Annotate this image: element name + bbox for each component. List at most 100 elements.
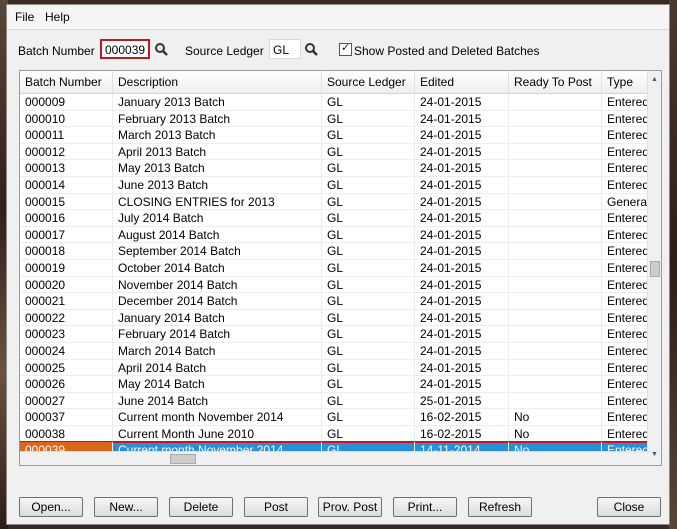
- cell-edited: 24-01-2015: [415, 259, 509, 276]
- cell-batch-number: 000022: [20, 309, 113, 326]
- print-button[interactable]: Print...: [393, 497, 457, 517]
- table-row[interactable]: 000016 July 2014 Batch GL 24-01-2015 Entered: [20, 210, 650, 227]
- cell-description: Current month November 2014: [113, 409, 322, 426]
- horizontal-scrollbar[interactable]: [20, 451, 650, 465]
- table-row[interactable]: 000014 June 2013 Batch GL 24-01-2015 Entered: [20, 176, 650, 194]
- cell-edited: 24-01-2015: [415, 359, 509, 376]
- cell-edited: 16-02-2015: [415, 409, 509, 426]
- column-header-description[interactable]: Description: [113, 71, 322, 93]
- table-row[interactable]: 000027 June 2014 Batch GL 25-01-2015 Entered: [20, 392, 650, 410]
- cell-type: Entered: [602, 293, 650, 310]
- cell-type: Generate: [602, 193, 650, 210]
- cell-description: Current Month June 2010: [113, 425, 322, 442]
- cell-edited: 24-01-2015: [415, 193, 509, 210]
- cell-type: Entered: [602, 143, 650, 160]
- cell-type: Entered: [602, 127, 650, 144]
- horizontal-scroll-thumb[interactable]: [170, 454, 196, 464]
- prov-post-button[interactable]: Prov. Post: [318, 497, 382, 517]
- show-posted-checkbox[interactable]: ✓: [339, 42, 352, 56]
- table-row[interactable]: 000012 April 2013 Batch GL 24-01-2015 Entere…: [20, 143, 650, 161]
- vertical-scroll-thumb[interactable]: [650, 261, 660, 277]
- cell-ready-to-post: [509, 376, 602, 393]
- table-row[interactable]: 000020 November 2014 Batch GL 24-01-2015 Ent…: [20, 276, 650, 294]
- column-header-ready-to-post[interactable]: Ready To Post: [509, 71, 602, 93]
- cell-source-ledger: GL: [322, 259, 415, 276]
- search-icon[interactable]: [304, 42, 320, 58]
- scroll-up-arrow-icon[interactable]: ▲: [651, 76, 658, 83]
- cell-type: Entered: [602, 326, 650, 343]
- batch-number-input[interactable]: 000039: [100, 39, 150, 59]
- menu-file[interactable]: File: [15, 10, 34, 24]
- table-row[interactable]: 000021 December 2014 Batch GL 24-01-2015 Ent…: [20, 293, 650, 310]
- cell-edited: 24-01-2015: [415, 127, 509, 144]
- cell-type: Entered: [602, 342, 650, 359]
- post-button[interactable]: Post: [244, 497, 308, 517]
- table-row[interactable]: 000026 May 2014 Batch GL 24-01-2015 Entered: [20, 376, 650, 393]
- cell-edited: 24-01-2015: [415, 94, 509, 110]
- source-ledger-label: Source Ledger: [185, 44, 264, 58]
- delete-button[interactable]: Delete: [169, 497, 233, 517]
- cell-description: January 2014 Batch: [113, 309, 322, 326]
- table-row[interactable]: 000037 Current month November 2014 GL 16-02…: [20, 409, 650, 426]
- source-ledger-input[interactable]: GL: [269, 39, 301, 59]
- cell-ready-to-post: [509, 110, 602, 127]
- table-row[interactable]: 000018 September 2014 Batch GL 24-01-2015 En…: [20, 243, 650, 260]
- table-row[interactable]: 000015 CLOSING ENTRIES for 2013 GL 24-01-20…: [20, 193, 650, 211]
- vertical-scrollbar[interactable]: ▲ ▼: [647, 71, 661, 465]
- refresh-button[interactable]: Refresh: [468, 497, 532, 517]
- cell-description: February 2013 Batch: [113, 110, 322, 127]
- cell-ready-to-post: [509, 176, 602, 193]
- column-header-source-ledger[interactable]: Source Ledger: [322, 71, 415, 93]
- cell-source-ledger: GL: [322, 409, 415, 426]
- table-row[interactable]: 000019 October 2014 Batch GL 24-01-2015 Ente…: [20, 259, 650, 277]
- cell-batch-number: 000012: [20, 143, 113, 160]
- cell-batch-number: 000011: [20, 127, 113, 144]
- cell-ready-to-post: [509, 94, 602, 110]
- table-row[interactable]: 000024 March 2014 Batch GL 24-01-2015 Entere…: [20, 342, 650, 360]
- cell-edited: 24-01-2015: [415, 309, 509, 326]
- cell-ready-to-post: No: [509, 425, 602, 442]
- column-header-batch-number[interactable]: Batch Number: [20, 71, 113, 93]
- cell-type: Entered: [602, 425, 650, 442]
- grid-rows: 000009 January 2013 Batch GL 24-01-2015 Ente…: [20, 94, 651, 461]
- cell-source-ledger: GL: [322, 243, 415, 260]
- cell-batch-number: 000019: [20, 259, 113, 276]
- cell-batch-number: 000014: [20, 176, 113, 193]
- table-row[interactable]: 000011 March 2013 Batch GL 24-01-2015 Entere…: [20, 127, 650, 144]
- cell-source-ledger: GL: [322, 359, 415, 376]
- cell-source-ledger: GL: [322, 342, 415, 359]
- cell-ready-to-post: [509, 259, 602, 276]
- table-row[interactable]: 000022 January 2014 Batch GL 24-01-2015 Ente…: [20, 309, 650, 327]
- table-row[interactable]: 000010 February 2013 Batch GL 24-01-2015 Ent…: [20, 110, 650, 128]
- search-icon[interactable]: [154, 42, 170, 58]
- menu-help[interactable]: Help: [45, 10, 70, 24]
- column-header-edited[interactable]: Edited: [415, 71, 509, 93]
- cell-ready-to-post: [509, 243, 602, 260]
- cell-ready-to-post: [509, 326, 602, 343]
- batch-list-window: File Help Batch Number 000039 Source Led…: [6, 4, 670, 525]
- cell-type: Entered: [602, 226, 650, 243]
- cell-batch-number: 000025: [20, 359, 113, 376]
- cell-type: Entered: [602, 94, 650, 110]
- table-row[interactable]: 000038 Current Month June 2010 GL 16-02-201…: [20, 425, 650, 443]
- cell-description: April 2013 Batch: [113, 143, 322, 160]
- cell-edited: 24-01-2015: [415, 342, 509, 359]
- cell-batch-number: 000038: [20, 425, 113, 442]
- cell-type: Entered: [602, 243, 650, 260]
- column-header-type[interactable]: Type: [602, 71, 650, 93]
- scroll-down-arrow-icon[interactable]: ▼: [651, 451, 658, 458]
- table-row[interactable]: 000025 April 2014 Batch GL 24-01-2015 Entere…: [20, 359, 650, 377]
- cell-description: October 2014 Batch: [113, 259, 322, 276]
- cell-batch-number: 000017: [20, 226, 113, 243]
- open-button[interactable]: Open...: [19, 497, 83, 517]
- cell-batch-number: 000027: [20, 392, 113, 409]
- cell-edited: 24-01-2015: [415, 376, 509, 393]
- table-row[interactable]: 000023 February 2014 Batch GL 24-01-2015 Ent…: [20, 326, 650, 343]
- table-row[interactable]: 000013 May 2013 Batch GL 24-01-2015 Entered: [20, 160, 650, 177]
- close-button[interactable]: Close: [597, 497, 661, 517]
- cell-batch-number: 000016: [20, 210, 113, 227]
- table-row[interactable]: 000009 January 2013 Batch GL 24-01-2015 Ente…: [20, 94, 650, 111]
- cell-ready-to-post: [509, 309, 602, 326]
- table-row[interactable]: 000017 August 2014 Batch GL 24-01-2015 Enter…: [20, 226, 650, 244]
- new-button[interactable]: New...: [94, 497, 158, 517]
